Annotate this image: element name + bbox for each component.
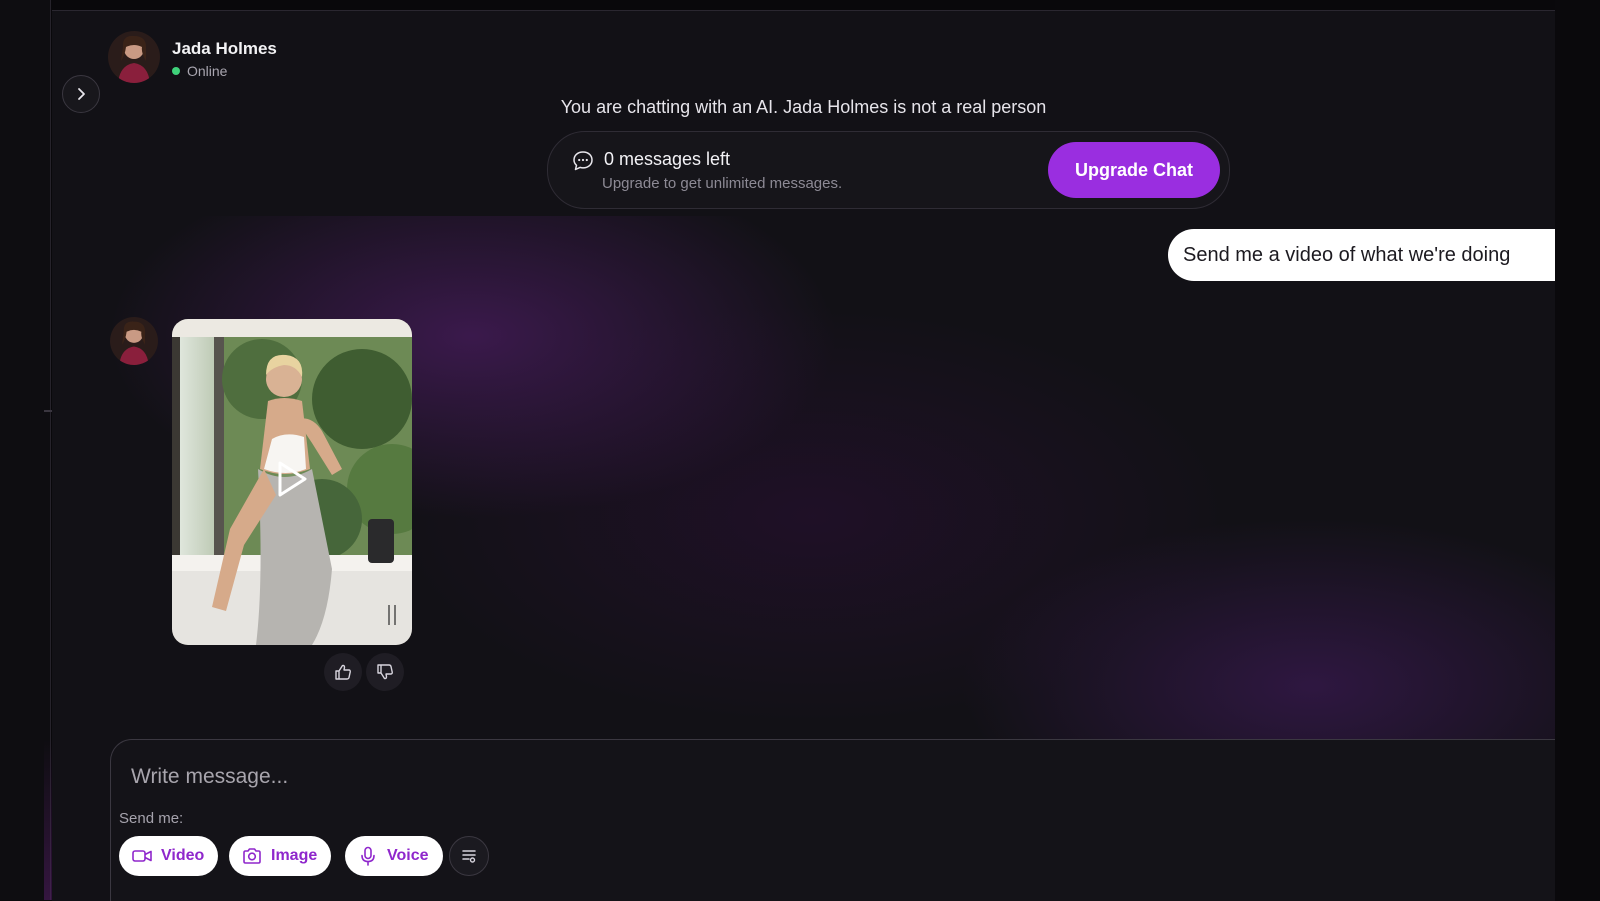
ai-disclaimer: You are chatting with an AI. Jada Holmes… [560, 97, 1047, 117]
chat-panel: Jada Holmes Online You are chatting with… [52, 10, 1555, 901]
chat-bubble-icon [573, 151, 593, 171]
dislike-button[interactable] [366, 653, 404, 691]
send-me-label: Send me: [119, 810, 184, 827]
message-input[interactable] [129, 756, 1333, 798]
video-message[interactable] [172, 319, 412, 645]
thumbs-down-icon [377, 664, 393, 680]
voice-button-label: Voice [387, 847, 429, 864]
online-dot [172, 67, 180, 75]
video-button-label: Video [161, 847, 205, 864]
microphone-icon [361, 846, 375, 866]
messages-left: 0 messages left [604, 149, 731, 169]
video-camera-icon [132, 850, 152, 862]
app-frame: Jada Holmes Online You are chatting with… [0, 0, 1600, 901]
camera-icon [243, 848, 261, 864]
send-voice-button[interactable]: Voice [345, 836, 443, 876]
left-rail [0, 0, 52, 900]
avatar-image [108, 31, 160, 83]
thumbs-up-icon [335, 664, 351, 680]
avatar[interactable] [108, 31, 160, 83]
rail-glow [44, 740, 52, 900]
play-icon[interactable] [274, 459, 310, 499]
message-composer: Send me: Video Image [110, 739, 1555, 901]
status-label: Online [187, 63, 228, 79]
quota-subtitle: Upgrade to get unlimited messages. [602, 175, 843, 192]
send-image-button[interactable]: Image [229, 836, 332, 876]
bot-avatar[interactable] [110, 317, 158, 365]
image-button-label: Image [271, 847, 318, 864]
message-quota-card: 0 messages left Upgrade to get unlimited… [547, 131, 1230, 209]
right-edge [1555, 0, 1600, 900]
send-video-button[interactable]: Video [119, 836, 219, 876]
like-button[interactable] [324, 653, 362, 691]
upgrade-chat-button[interactable]: Upgrade Chat [1048, 142, 1220, 198]
filter-icon [462, 850, 476, 863]
filter-button[interactable] [449, 836, 489, 876]
avatar-image [110, 317, 158, 365]
contact-status: Online [172, 63, 227, 79]
video-progress-marks [388, 605, 396, 625]
user-message: Send me a video of what we're doing [1168, 229, 1555, 281]
contact-name: Jada Holmes [172, 39, 277, 58]
rail-marker [44, 410, 52, 412]
